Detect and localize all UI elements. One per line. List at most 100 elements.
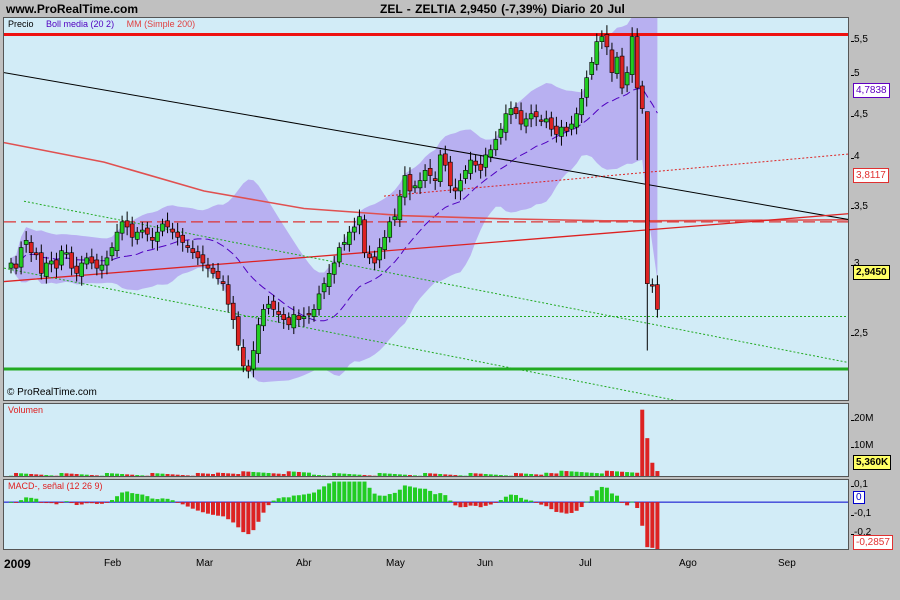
x-label-2009: 2009 (4, 557, 31, 571)
macd-bar (221, 502, 226, 517)
macd-bar (352, 481, 357, 503)
macd-bar (49, 502, 54, 504)
macd-bar (630, 501, 635, 503)
volume-bar (458, 475, 463, 476)
price-panel[interactable]: Precio Boll media (20 2) MM (Simple 200)… (3, 17, 849, 401)
volume-bar (281, 474, 286, 476)
macd-bar (211, 502, 215, 515)
volume-bar (256, 472, 261, 476)
candle-body (124, 220, 130, 228)
candle-body (473, 160, 478, 166)
price-legend: Precio Boll media (20 2) MM (Simple 200) (8, 19, 195, 29)
site-name: www.ProRealTime.com (6, 2, 139, 16)
volume-bar (266, 472, 271, 476)
candle-body (655, 284, 660, 310)
candle-body (377, 247, 382, 261)
volume-bar (625, 472, 630, 476)
volume-bar (261, 472, 266, 476)
candle-body (241, 347, 246, 367)
candle-body (589, 61, 595, 75)
legend-price: Precio (8, 19, 34, 29)
candle-body (74, 265, 79, 274)
candle-body (331, 262, 337, 275)
macd-bar (574, 502, 579, 511)
volume-bar (463, 475, 468, 476)
candle (644, 111, 650, 351)
macd-bar (256, 502, 261, 522)
macd-bar (44, 502, 49, 504)
candle-body (523, 118, 529, 127)
volume-bar (407, 475, 412, 476)
macd-bar (519, 497, 524, 503)
candle-body (69, 252, 74, 269)
volume-bar (99, 475, 104, 476)
macd-bar (559, 502, 564, 513)
volume-bar (125, 474, 130, 476)
volume-bar (54, 475, 59, 476)
candle-body (579, 98, 584, 116)
candle-body (190, 248, 196, 254)
volume-bar (241, 471, 246, 476)
candle-body (256, 324, 261, 354)
candle-body (99, 264, 105, 271)
volume-tick: 10M (854, 440, 874, 451)
macd-bar (377, 495, 382, 503)
volume-bar (19, 473, 24, 476)
macd-bar (291, 495, 296, 503)
macd-bar (14, 502, 19, 503)
candle-body (230, 302, 236, 320)
volume-bar (342, 473, 347, 476)
macd-bar (508, 494, 513, 503)
macd-bar (241, 502, 246, 533)
volume-panel[interactable]: Volumen (3, 403, 849, 477)
candle-body (94, 259, 100, 269)
volume-bar (120, 474, 125, 476)
volume-bar (115, 473, 120, 476)
volume-bar (175, 474, 180, 476)
volume-tick: 20M (854, 413, 874, 424)
macd-bar (615, 495, 619, 503)
volume-bar (508, 475, 513, 476)
volume-bar (609, 471, 614, 476)
macd-bar (205, 502, 210, 514)
macd-zero-tick: 0 (853, 491, 865, 504)
macd-bar (387, 494, 392, 503)
candle-body (397, 195, 403, 221)
macd-bar (296, 495, 301, 503)
volume-bar (155, 473, 160, 476)
candle-body (584, 77, 590, 98)
candle-body (165, 220, 170, 228)
macd-bar (645, 502, 650, 548)
macd-panel[interactable]: MACD-, señal (12 26 9) (3, 479, 849, 550)
volume-bar (635, 472, 640, 476)
candle-body (554, 125, 559, 135)
macd-bar (554, 502, 559, 512)
volume-bar (49, 475, 54, 476)
volume-bar (599, 473, 604, 476)
x-label-abr: Abr (296, 558, 312, 569)
price-tick: 2,5 (854, 328, 868, 339)
macd-bar (135, 493, 140, 503)
candle-body (89, 256, 95, 264)
macd-bar (397, 489, 402, 503)
candle-body (437, 154, 443, 182)
candle-body (503, 113, 509, 133)
candle-body (18, 247, 24, 268)
macd-bar (342, 481, 347, 503)
volume-bar (205, 473, 210, 476)
volume-bar (539, 474, 544, 476)
candle-body (170, 228, 175, 233)
macd-bar (74, 502, 79, 506)
candle-body (104, 257, 110, 266)
macd-bar (120, 492, 125, 503)
candle-body (185, 245, 191, 248)
volume-bar (14, 472, 19, 476)
candle-body (639, 85, 645, 109)
macd-bar (327, 483, 332, 503)
candle-body (326, 273, 332, 287)
x-label-sep: Sep (778, 558, 796, 569)
macd-bar (39, 502, 44, 503)
macd-bar (625, 502, 630, 506)
candle-body (508, 108, 514, 116)
volume-bar (34, 474, 39, 476)
